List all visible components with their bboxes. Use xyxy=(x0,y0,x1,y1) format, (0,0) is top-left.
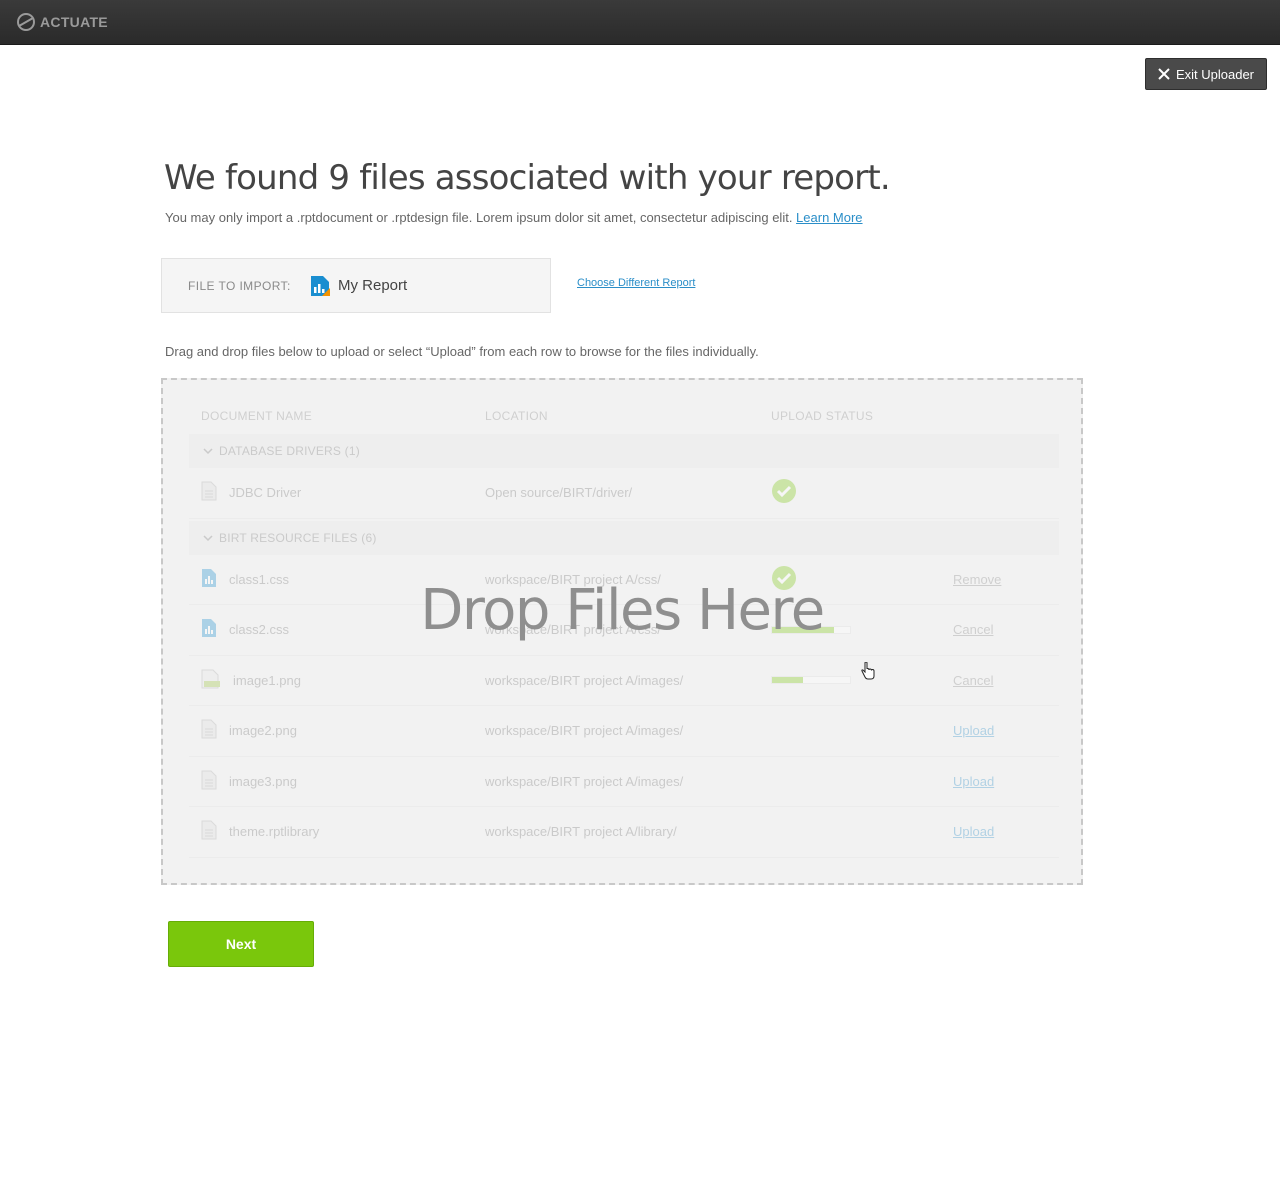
upload-instructions: Drag and drop files below to upload or s… xyxy=(165,344,759,359)
drop-zone[interactable]: DOCUMENT NAME LOCATION UPLOAD STATUS DAT… xyxy=(161,378,1083,885)
page-subtext: You may only import a .rptdocument or .r… xyxy=(165,210,863,225)
location-cell: workspace/BIRT project A/images/ xyxy=(485,672,684,688)
document-name: JDBC Driver xyxy=(229,485,302,501)
upload-status-cell xyxy=(771,478,953,507)
table-group[interactable]: DATABASE DRIVERS (1) xyxy=(189,434,1059,468)
document-name: theme.rptlibrary xyxy=(229,824,320,840)
document-icon xyxy=(201,719,217,742)
document-name-cell: image3.png xyxy=(189,770,485,793)
hand-cursor-icon xyxy=(861,662,875,680)
document-name: image3.png xyxy=(229,773,297,789)
row-action-cell: Upload xyxy=(953,824,1059,839)
document-icon xyxy=(201,481,217,504)
actuate-logo[interactable]: ACTUATE xyxy=(16,12,108,32)
import-file: My Report xyxy=(310,275,407,297)
file-to-import-label: FILE TO IMPORT: xyxy=(188,278,291,293)
row-action-cell: Upload xyxy=(953,774,1059,789)
header-upload-status: UPLOAD STATUS xyxy=(771,409,874,423)
brand-name: ACTUATE xyxy=(40,14,108,30)
upload-complete-icon xyxy=(771,479,797,507)
page-title: We found 9 files associated with your re… xyxy=(164,158,891,198)
row-action-link[interactable]: Upload xyxy=(953,774,994,789)
table-header: DOCUMENT NAME LOCATION UPLOAD STATUS xyxy=(189,400,1059,432)
row-action-link[interactable]: Cancel xyxy=(953,673,993,688)
table-group-label: DATABASE DRIVERS (1) xyxy=(219,444,360,458)
document-name-cell: image1.png xyxy=(189,669,485,692)
document-name-cell: theme.rptlibrary xyxy=(189,820,485,843)
row-action-cell: Upload xyxy=(953,723,1059,738)
table-row: image3.png workspace/BIRT project A/image… xyxy=(189,757,1059,807)
document-name: image1.png xyxy=(233,672,301,688)
exit-uploader-label: Exit Uploader xyxy=(1175,66,1255,82)
subtext-body: You may only import a .rptdocument or .r… xyxy=(165,210,797,225)
close-icon xyxy=(1158,68,1170,80)
chevron-down-icon xyxy=(203,448,213,455)
document-icon xyxy=(201,770,217,793)
row-action-link[interactable]: Upload xyxy=(953,824,994,839)
next-button[interactable]: Next xyxy=(168,921,314,967)
image-file-icon xyxy=(201,669,221,692)
table-body: DATABASE DRIVERS (1) JDBC Driver Open sour… xyxy=(189,434,1059,858)
table-row: image2.png workspace/BIRT project A/image… xyxy=(189,706,1059,757)
document-name-cell: image2.png xyxy=(189,719,485,742)
header-document-name: DOCUMENT NAME xyxy=(201,409,313,423)
table-row: image1.png workspace/BIRT project A/image… xyxy=(189,656,1059,706)
document-icon xyxy=(201,820,217,843)
location-cell: Open source/BIRT/driver/ xyxy=(485,485,633,501)
report-file-icon xyxy=(311,275,330,296)
file-to-import-box: FILE TO IMPORT: My Report xyxy=(161,258,551,313)
location-cell: workspace/BIRT project A/images/ xyxy=(485,723,684,739)
choose-different-report-link[interactable]: Choose Different Report xyxy=(577,277,695,289)
exit-uploader-button[interactable]: Exit Uploader xyxy=(1145,58,1267,90)
document-name: image2.png xyxy=(229,723,297,739)
location-cell: workspace/BIRT project A/library/ xyxy=(485,824,677,840)
chevron-down-icon xyxy=(203,534,213,541)
table-group[interactable]: BIRT RESOURCE FILES (6) xyxy=(189,520,1059,555)
upload-progress-bar xyxy=(771,676,851,685)
drop-files-label: Drop Files Here xyxy=(420,578,825,643)
location-cell: workspace/BIRT project A/images/ xyxy=(485,773,684,789)
row-action-link[interactable]: Upload xyxy=(953,723,994,738)
table-group-label: BIRT RESOURCE FILES (6) xyxy=(219,530,377,545)
import-file-name: My Report xyxy=(338,277,408,294)
actuate-logo-icon xyxy=(17,13,35,31)
document-name-cell: JDBC Driver xyxy=(189,481,485,504)
learn-more-link[interactable]: Learn More xyxy=(796,210,862,225)
table-row: theme.rptlibrary workspace/BIRT project A… xyxy=(189,807,1059,858)
table-row: JDBC Driver Open source/BIRT/driver/ xyxy=(189,468,1059,519)
top-bar: ACTUATE xyxy=(0,0,1280,45)
header-location: LOCATION xyxy=(485,409,548,423)
row-action-cell: Cancel xyxy=(953,673,1059,688)
